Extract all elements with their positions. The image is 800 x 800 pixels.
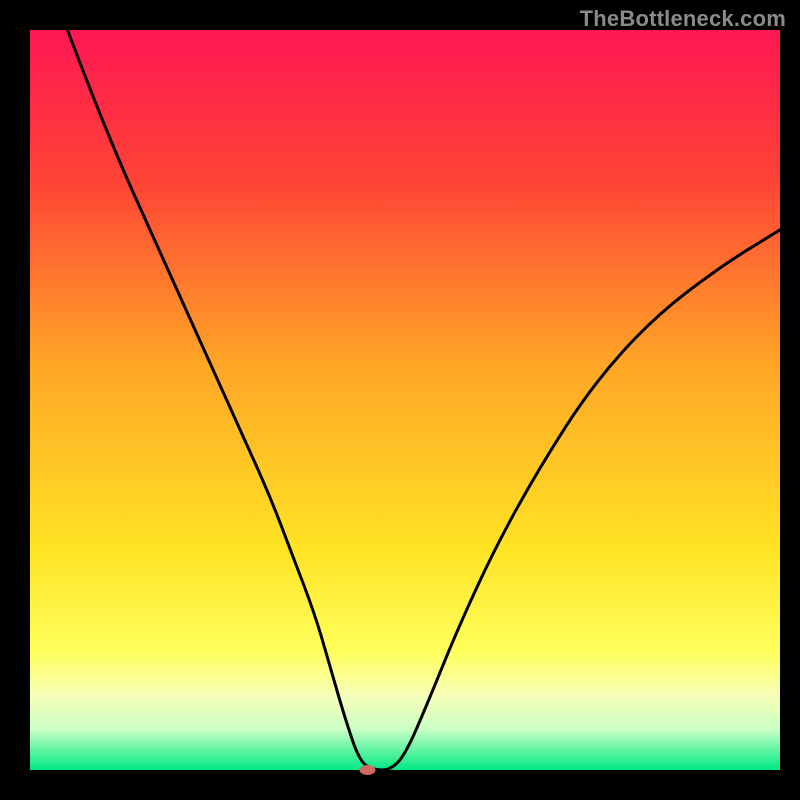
watermark-text: TheBottleneck.com <box>580 6 786 32</box>
chart-svg <box>0 0 800 800</box>
optimum-marker <box>360 765 376 775</box>
chart-frame: TheBottleneck.com <box>0 0 800 800</box>
chart-gradient-bg <box>30 30 780 770</box>
